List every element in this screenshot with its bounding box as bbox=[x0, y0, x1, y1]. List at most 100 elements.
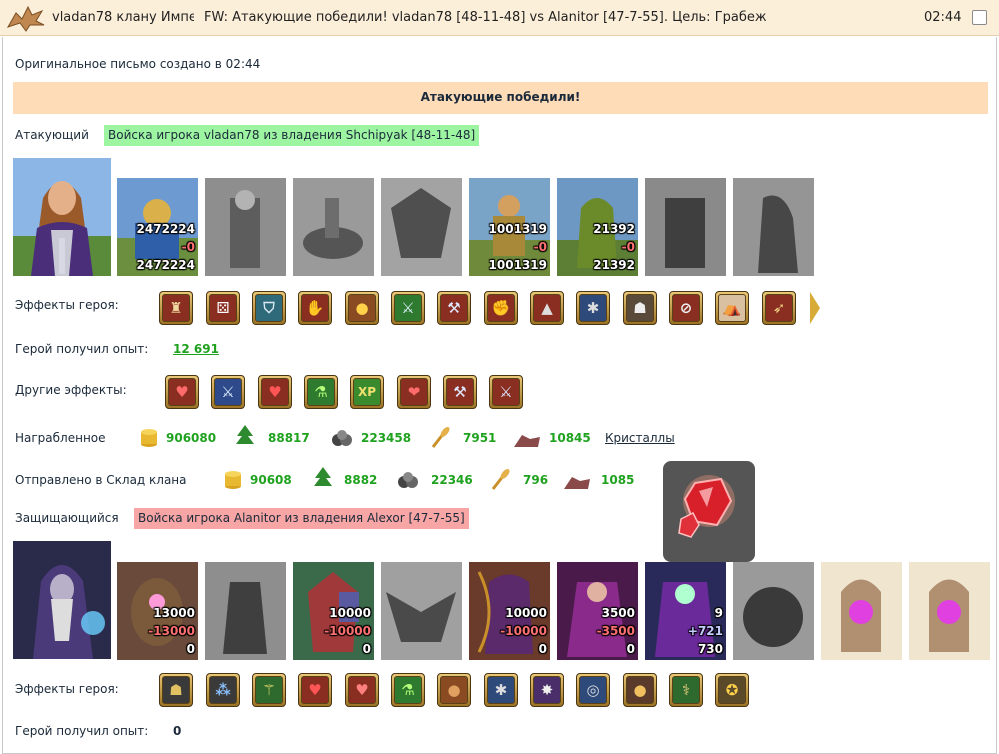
axe-icon[interactable]: ⚒ bbox=[437, 291, 471, 325]
wheat-icon bbox=[431, 427, 450, 448]
potion-icon[interactable]: ⚗ bbox=[304, 375, 338, 409]
result-banner: Атакующие победили! bbox=[13, 82, 988, 114]
defender-unit[interactable]: 10000 -10000 0 bbox=[293, 562, 374, 660]
crystals-link[interactable]: Кристаллы bbox=[605, 431, 675, 445]
unit-count-end: 0 bbox=[362, 642, 371, 656]
unit-loss: -0 bbox=[181, 240, 195, 254]
bag-icon[interactable]: ● bbox=[437, 673, 471, 707]
unit-count-start: 1001319 bbox=[488, 222, 547, 236]
defender-label: Защищающийся bbox=[15, 511, 119, 525]
fist-icon[interactable]: ✊ bbox=[484, 291, 518, 325]
tent-icon[interactable]: ⛺ bbox=[715, 291, 749, 325]
defender-hero-portrait[interactable] bbox=[13, 541, 111, 659]
ring-icon[interactable]: ◎ bbox=[576, 673, 610, 707]
unit-loss: -0 bbox=[533, 240, 547, 254]
defender-unit[interactable] bbox=[733, 562, 814, 660]
sent-ore-value: 22346 bbox=[431, 473, 473, 487]
created-note: Оригинальное письмо создано в 02:44 bbox=[15, 57, 261, 71]
web-icon[interactable]: ✱ bbox=[576, 291, 610, 325]
wand-icon[interactable]: ⚚ bbox=[252, 673, 286, 707]
crystals-tooltip bbox=[663, 461, 755, 562]
attacker-hero-portrait[interactable] bbox=[13, 158, 111, 276]
other-effects-label: Другие эффекты: bbox=[15, 383, 127, 397]
sword-icon[interactable]: ⚔ bbox=[211, 375, 245, 409]
attacker-unit[interactable] bbox=[293, 178, 374, 276]
loot-gold-value: 906080 bbox=[166, 431, 217, 445]
xp-icon[interactable]: XP bbox=[350, 375, 384, 409]
attacker-army-tag: Войска игрока vladan78 из владения Shchi… bbox=[104, 125, 480, 146]
bow-icon[interactable]: ➶ bbox=[762, 291, 796, 325]
sword-icon[interactable]: ⚔ bbox=[391, 291, 425, 325]
axe-icon[interactable]: ⚒ bbox=[443, 375, 477, 409]
select-checkbox[interactable] bbox=[972, 10, 987, 25]
unit-loss: -0 bbox=[621, 240, 635, 254]
staff-icon[interactable]: ⚕ bbox=[669, 673, 703, 707]
defender-exp-value: 0 bbox=[173, 724, 182, 738]
mail-header: vladan78 клану Импе FW: Атакующие победи… bbox=[0, 0, 999, 36]
defender-unit[interactable] bbox=[821, 562, 902, 660]
tower-icon[interactable]: ♜ bbox=[159, 291, 193, 325]
defender-army-tag: Войска игрока Alanitor из владения Alexo… bbox=[134, 508, 469, 529]
stone-icon bbox=[514, 435, 540, 447]
unit-count-start: 10000 bbox=[505, 606, 547, 620]
dice-icon[interactable]: ⚄ bbox=[206, 291, 240, 325]
unit-count-start: 9 bbox=[714, 606, 723, 620]
spider-icon[interactable]: ✸ bbox=[530, 673, 564, 707]
heart-icon[interactable]: ♥ bbox=[298, 673, 332, 707]
armor-icon[interactable]: ☗ bbox=[623, 291, 657, 325]
wheat-icon bbox=[491, 469, 510, 490]
wood-icon bbox=[314, 467, 332, 486]
unit-count-end: 730 bbox=[697, 642, 723, 656]
shield-dots-icon[interactable]: ⁂ bbox=[206, 673, 240, 707]
attacker-unit[interactable]: 2472224 -0 2472224 bbox=[117, 178, 198, 276]
sent-gold-value: 90608 bbox=[250, 473, 292, 487]
crossed-icon[interactable]: ⊘ bbox=[669, 291, 703, 325]
defender-effects-label: Эффекты героя: bbox=[15, 682, 119, 696]
loot-wheat-value: 7951 bbox=[463, 431, 497, 445]
web-icon[interactable]: ✱ bbox=[484, 673, 518, 707]
attacker-unit[interactable] bbox=[381, 178, 462, 276]
bag-heart-icon[interactable]: ♥ bbox=[165, 375, 199, 409]
attacker-unit[interactable]: 21392 -0 21392 bbox=[557, 178, 638, 276]
shield-icon[interactable]: ⛉ bbox=[252, 291, 286, 325]
potion-icon[interactable]: ⚗ bbox=[391, 673, 425, 707]
hearts-icon[interactable]: ❤ bbox=[397, 375, 431, 409]
mail-subject: FW: Атакующие победили! vladan78 [48-11-… bbox=[204, 10, 767, 25]
unit-count-end: 21392 bbox=[593, 258, 635, 272]
scroll-right-arrow-icon[interactable] bbox=[810, 292, 820, 324]
hand-shield-icon[interactable]: ✋ bbox=[298, 291, 332, 325]
attacker-exp-label: Герой получил опыт: bbox=[15, 342, 149, 356]
medal-icon[interactable]: ✪ bbox=[715, 673, 749, 707]
unit-count-end: 0 bbox=[186, 642, 195, 656]
unit-loss: -3500 bbox=[596, 624, 635, 638]
bag-gold-icon[interactable]: ● bbox=[623, 673, 657, 707]
unit-count-end: 0 bbox=[626, 642, 635, 656]
unit-count-end: 1001319 bbox=[488, 258, 547, 272]
defender-unit[interactable]: 13000 -13000 0 bbox=[117, 562, 198, 660]
heart-hand-icon[interactable]: ♥ bbox=[345, 673, 379, 707]
attacker-unit[interactable] bbox=[645, 178, 726, 276]
unit-count-start: 2472224 bbox=[136, 222, 195, 236]
defender-unit[interactable] bbox=[381, 562, 462, 660]
defender-unit[interactable]: 3500 -3500 0 bbox=[557, 562, 638, 660]
defender-unit[interactable]: 9 +721 730 bbox=[645, 562, 726, 660]
unit-loss: -10000 bbox=[324, 624, 371, 638]
defender-unit[interactable] bbox=[909, 562, 990, 660]
helmet-icon[interactable]: ▲ bbox=[530, 291, 564, 325]
ore-icon bbox=[398, 472, 418, 488]
loot-wood-value: 88817 bbox=[268, 431, 310, 445]
attacker-exp-value[interactable]: 12 691 bbox=[173, 342, 219, 356]
unit-count-start: 21392 bbox=[593, 222, 635, 236]
heart-icon[interactable]: ♥ bbox=[258, 375, 292, 409]
ore-icon bbox=[332, 430, 352, 446]
attacker-unit[interactable] bbox=[205, 178, 286, 276]
attacker-unit[interactable]: 1001319 -0 1001319 bbox=[469, 178, 550, 276]
defender-unit[interactable]: 10000 -10000 0 bbox=[469, 562, 550, 660]
gold-icon bbox=[225, 471, 241, 489]
sword-fist-icon[interactable]: ⚔ bbox=[489, 375, 523, 409]
coins-icon[interactable]: ● bbox=[345, 291, 379, 325]
attacker-unit[interactable] bbox=[733, 178, 814, 276]
unit-count-end: 0 bbox=[538, 642, 547, 656]
armor-gold-icon[interactable]: ☗ bbox=[159, 673, 193, 707]
defender-unit[interactable] bbox=[205, 562, 286, 660]
